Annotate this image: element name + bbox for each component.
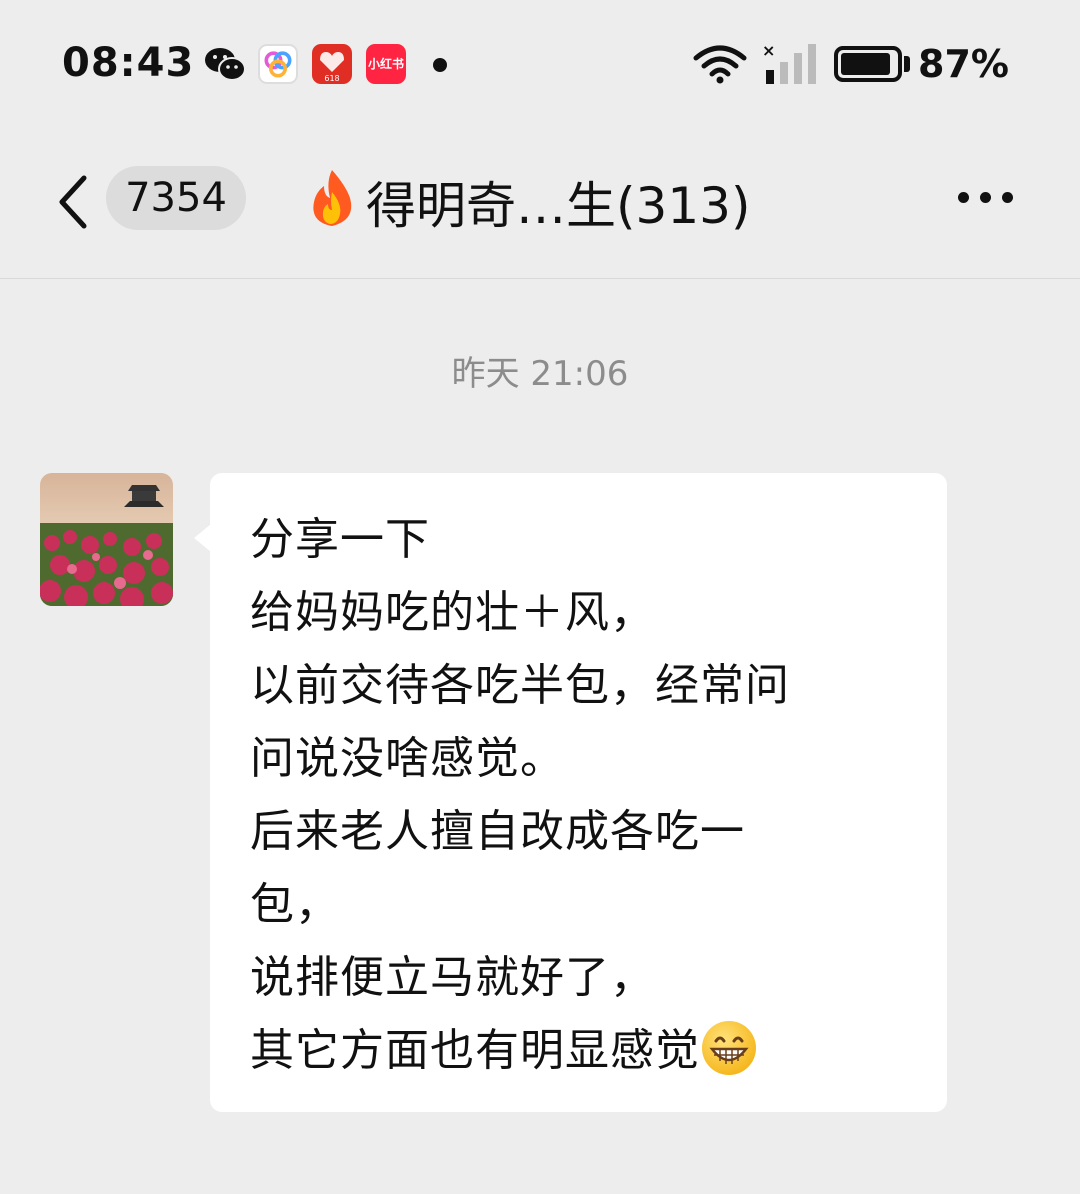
wechat-icon xyxy=(205,48,246,81)
chevron-left-icon[interactable] xyxy=(54,172,94,232)
status-time: 08:43 xyxy=(62,40,195,86)
message-bubble[interactable]: 分享一下 给妈妈吃的壮＋风， 以前交待各吃半包，经常问 问说没啥感觉。 后来老人… xyxy=(210,473,947,1112)
status-bar: 08:43 618 小红书 × 87% xyxy=(0,0,1080,132)
battery-percent: 87% xyxy=(918,42,1009,86)
xiaohongshu-icon: 小红书 xyxy=(366,44,406,84)
avatar[interactable] xyxy=(40,473,173,606)
chat-header: 7354 得明奇…生(313) xyxy=(0,132,1080,279)
message-body: 分享一下 给妈妈吃的壮＋风， 以前交待各吃半包，经常问 问说没啥感觉。 后来老人… xyxy=(250,514,790,1076)
battery-icon xyxy=(834,46,902,82)
message-text: 分享一下 给妈妈吃的壮＋风， 以前交待各吃半包，经常问 问说没啥感觉。 后来老人… xyxy=(250,503,927,1087)
more-dots-icon[interactable] xyxy=(954,192,1018,208)
pinduoduo-label: 618 xyxy=(324,74,340,83)
unread-count-badge[interactable]: 7354 xyxy=(106,166,246,230)
message-timestamp: 昨天 21:06 xyxy=(451,354,629,394)
app-icon xyxy=(258,44,298,84)
svg-text:×: × xyxy=(762,42,775,60)
grinning-face-icon xyxy=(702,1021,756,1075)
signal-icon: × xyxy=(762,42,816,84)
dot-icon xyxy=(433,58,447,72)
chat-title[interactable]: 得明奇…生(313) xyxy=(366,166,750,238)
pinduoduo-icon: 618 xyxy=(312,44,352,84)
wifi-icon xyxy=(693,45,747,84)
fire-icon xyxy=(313,170,352,226)
